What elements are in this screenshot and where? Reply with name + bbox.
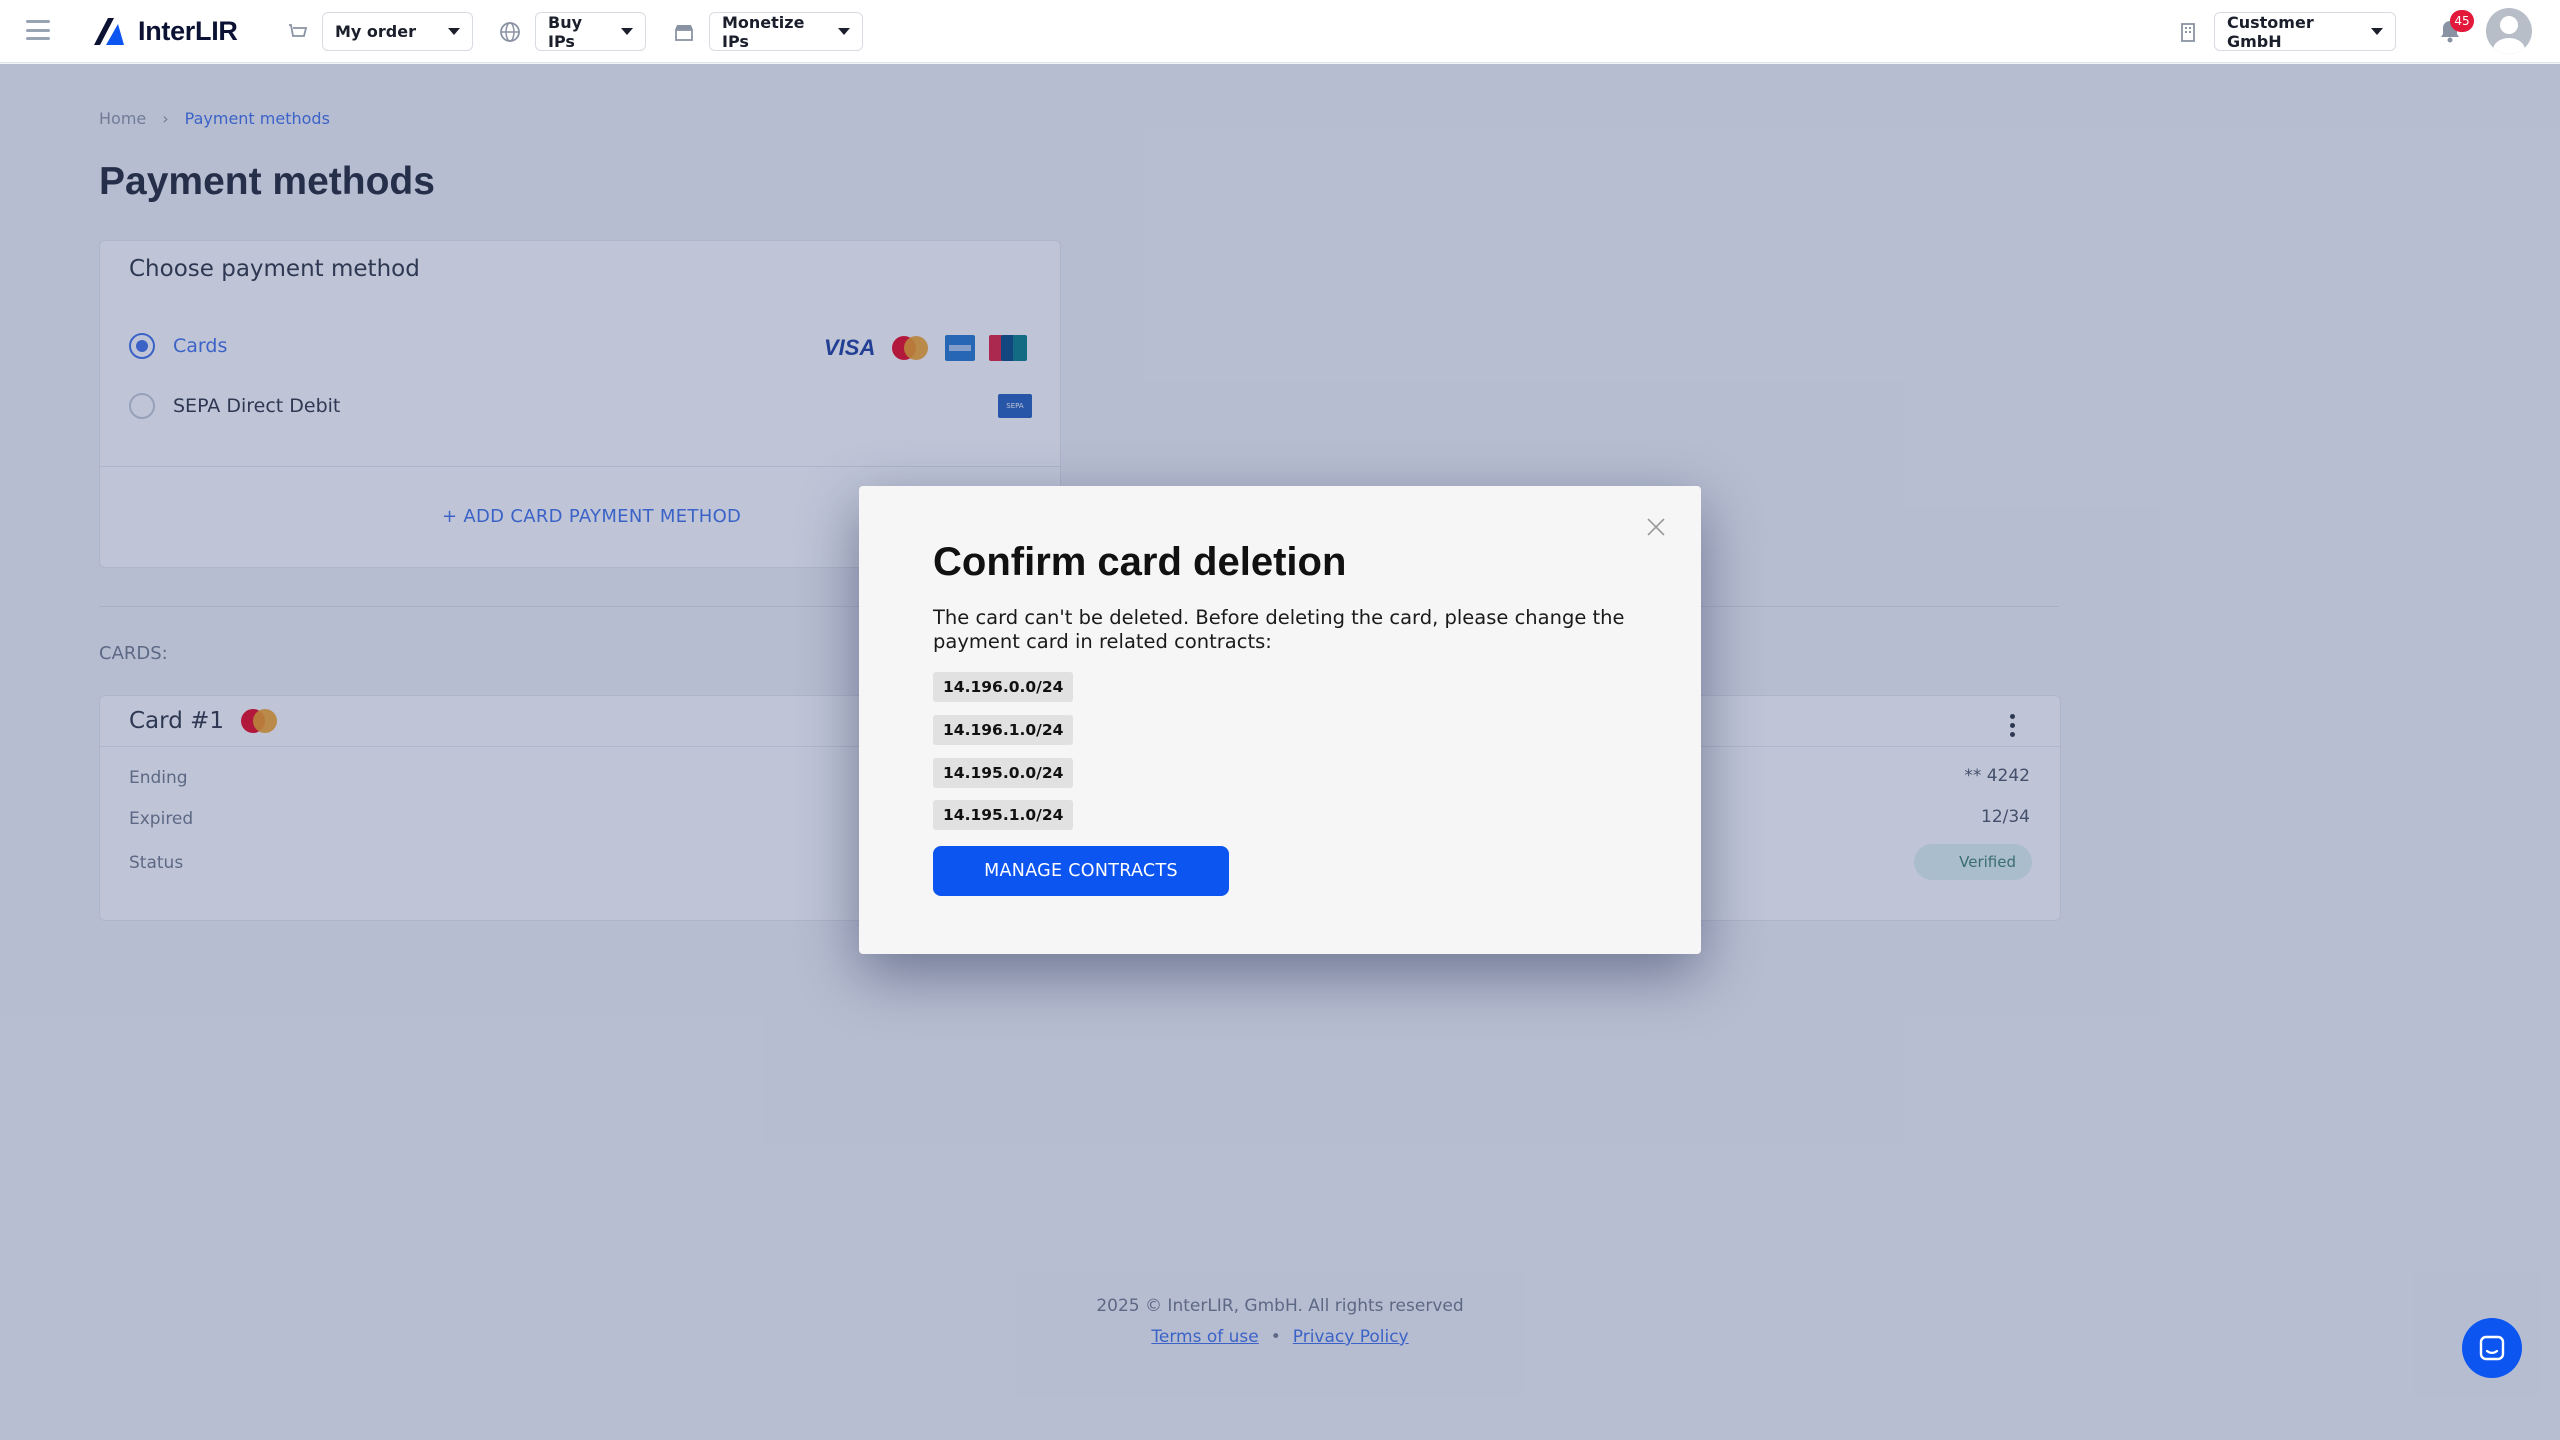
globe-icon [500,22,520,42]
cart-icon [289,24,308,37]
manage-contracts-button[interactable]: MANAGE CONTRACTS [933,846,1229,896]
subnet-tag: 14.195.1.0/24 [933,800,1074,830]
subnet-tag: 14.195.0.0/24 [933,758,1074,788]
building-icon [2181,23,2195,42]
brand-name: InterLIR [138,15,238,46]
user-icon [2493,16,2525,54]
chevron-down-icon [838,28,850,35]
logo[interactable]: InterLIR [92,14,238,48]
my-order-dropdown[interactable]: My order [322,12,473,51]
logo-icon [94,18,124,45]
close-icon[interactable] [1645,516,1667,538]
notification-badge: 45 [2450,10,2474,32]
chevron-down-icon [2371,28,2383,35]
company-dropdown[interactable]: Customer GmbH [2214,12,2396,51]
buy-ips-label: Buy IPs [548,12,583,51]
confirm-deletion-modal: Confirm card deletion The card can't be … [859,486,1701,954]
buy-ips-dropdown[interactable]: Buy IPs [535,12,646,51]
monetize-ips-label: Monetize IPs [722,12,805,51]
subnet-tag: 14.196.0.0/24 [933,672,1074,702]
modal-title: Confirm card deletion [933,540,1347,584]
monetize-ips-dropdown[interactable]: Monetize IPs [709,12,863,51]
chevron-down-icon [621,28,633,35]
store-icon [675,25,693,41]
my-order-label: My order [335,22,416,41]
chevron-down-icon [448,28,460,35]
top-navbar: InterLIR My order Buy IPs Monetize IPs C… [0,0,2560,63]
modal-message: The card can't be deleted. Before deleti… [933,606,1625,653]
company-label: Customer GmbH [2227,12,2314,51]
subnet-tag: 14.196.1.0/24 [933,715,1074,745]
menu-icon[interactable] [26,20,50,40]
avatar[interactable] [2486,8,2532,54]
chat-icon [2479,1335,2505,1361]
chat-launcher-button[interactable] [2462,1318,2522,1378]
